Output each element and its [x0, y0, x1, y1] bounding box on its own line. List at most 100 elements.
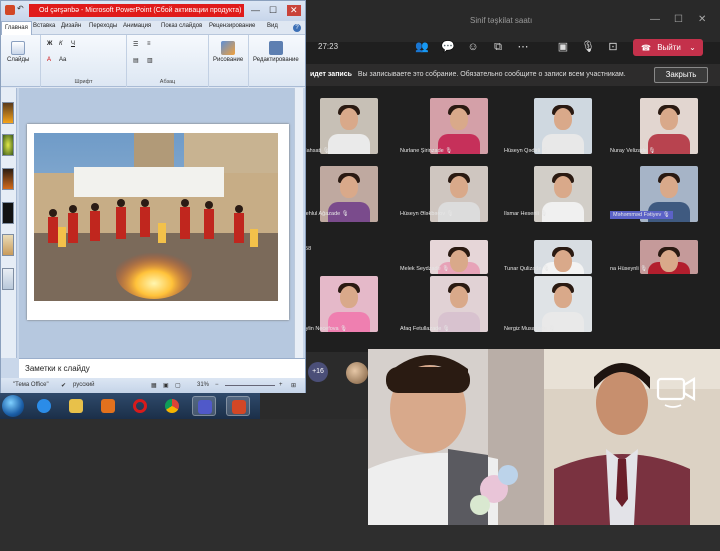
- participant-overflow-count[interactable]: +16: [308, 362, 328, 382]
- teams-window: Sinif təşkilat saatı — ☐ ✕ 27:23 👥 💬 ☺ ⧉…: [300, 0, 720, 395]
- new-slide-button[interactable]: Слайды: [7, 41, 29, 63]
- camera-icon[interactable]: ▣: [555, 40, 571, 54]
- slide-thumbnail[interactable]: [2, 268, 14, 290]
- bold-button[interactable]: Ж: [47, 41, 52, 47]
- taskbar-ie[interactable]: [32, 396, 56, 416]
- taskbar-opera[interactable]: [128, 396, 152, 416]
- current-slide[interactable]: [27, 124, 289, 320]
- taskbar-chrome[interactable]: [160, 396, 184, 416]
- help-icon[interactable]: ?: [293, 24, 301, 32]
- tab-slideshow[interactable]: Показ слайдов: [161, 23, 202, 29]
- zoom-level[interactable]: 31%: [197, 382, 209, 388]
- more-actions-icon[interactable]: ⋯: [515, 40, 531, 54]
- normal-view-icon[interactable]: ▦: [151, 382, 157, 389]
- video-feed-child: [368, 349, 544, 525]
- spellcheck-icon[interactable]: ✔: [61, 382, 66, 389]
- slides-label: Слайды: [7, 57, 30, 63]
- font-color-button[interactable]: A: [47, 57, 51, 63]
- tab-insert[interactable]: Вставка: [33, 23, 55, 29]
- close-banner-button[interactable]: Закрыть: [654, 67, 708, 83]
- desktop-background: [0, 419, 368, 551]
- sorter-view-icon[interactable]: ▣: [163, 382, 169, 389]
- paragraph-group: ☰ ≡ ▤ ▥ Абзац: [127, 35, 209, 87]
- tab-animations[interactable]: Анимация: [123, 23, 151, 29]
- zoom-out-icon[interactable]: −: [215, 382, 219, 388]
- slide-thumbnail-pane[interactable]: [1, 88, 17, 358]
- participant-tile[interactable]: [534, 98, 592, 154]
- italic-button[interactable]: К: [59, 41, 63, 47]
- fit-to-window-icon[interactable]: ⊞: [291, 382, 296, 389]
- taskbar-media[interactable]: [96, 396, 120, 416]
- align-left-icon[interactable]: ▤: [133, 57, 139, 64]
- slideshow-view-icon[interactable]: ▢: [175, 382, 181, 389]
- ribbon: Слайды Ж К Ч A Aa Шрифт ☰ ≡ ▤ ▥ Абзац Ри…: [1, 35, 305, 87]
- underline-button[interactable]: Ч: [71, 41, 75, 47]
- new-slide-icon: [11, 41, 26, 55]
- participant-name: Afaq Fetullazade 🎙: [400, 326, 450, 332]
- folder-icon: [69, 399, 83, 413]
- numbering-icon[interactable]: ≡: [147, 41, 151, 47]
- tab-transitions[interactable]: Переходы: [89, 23, 117, 29]
- slide-thumbnail[interactable]: [2, 168, 14, 190]
- slide-notes-field[interactable]: Заметки к слайду: [19, 358, 305, 378]
- zoom-slider[interactable]: [225, 385, 275, 386]
- tab-view[interactable]: Вид: [267, 23, 278, 29]
- taskbar-powerpoint[interactable]: [226, 396, 250, 416]
- drawing-button[interactable]: Рисование: [213, 41, 243, 63]
- slide-thumbnail[interactable]: [2, 202, 14, 224]
- zoom-in-icon[interactable]: +: [279, 382, 283, 388]
- language-label[interactable]: русский: [73, 382, 95, 388]
- desktop-background-right: [368, 525, 720, 551]
- slide-thumbnail[interactable]: [2, 102, 14, 124]
- participant-tile[interactable]: [430, 98, 488, 154]
- participant-tile[interactable]: [534, 276, 592, 332]
- participant-tile[interactable]: [320, 276, 378, 332]
- child-video-image: [368, 349, 544, 525]
- slide-thumbnail[interactable]: [2, 234, 14, 256]
- participant-tile[interactable]: [320, 98, 378, 154]
- switch-camera-button[interactable]: [655, 371, 697, 409]
- reactions-icon[interactable]: ☺: [465, 40, 481, 54]
- font-size-up-button[interactable]: Aa: [59, 57, 66, 63]
- taskbar-teams[interactable]: [192, 396, 216, 416]
- slide-scrollbar[interactable]: [294, 88, 303, 358]
- bullets-icon[interactable]: ☰: [133, 41, 138, 48]
- participant-tile[interactable]: [430, 276, 488, 332]
- participant-tile[interactable]: [640, 98, 698, 154]
- participants-icon[interactable]: 👥: [414, 40, 430, 54]
- editing-button[interactable]: Редактирование: [253, 41, 299, 63]
- close-icon[interactable]: ✕: [287, 5, 301, 16]
- slide-thumbnail[interactable]: [2, 134, 14, 156]
- powerpoint-icon: [5, 5, 15, 15]
- maximize-icon[interactable]: ☐: [269, 5, 277, 16]
- share-screen-icon[interactable]: ⊡: [605, 40, 621, 54]
- close-icon[interactable]: ✕: [698, 14, 706, 25]
- leave-button[interactable]: ☎ Выйти ⌄: [633, 39, 703, 56]
- minimize-icon[interactable]: —: [251, 5, 260, 15]
- paragraph-group-label: Абзац: [159, 79, 176, 85]
- participant-name: na Hüseynli 🎙: [610, 266, 648, 272]
- chat-icon[interactable]: 💬: [440, 40, 456, 54]
- tab-review[interactable]: Рецензирование: [209, 23, 255, 29]
- slide-editor[interactable]: [19, 88, 294, 358]
- maximize-icon[interactable]: ☐: [674, 14, 683, 25]
- participant-avatar[interactable]: [346, 362, 368, 384]
- ribbon-tabs: Главная Вставка Дизайн Переходы Анимация…: [1, 21, 305, 35]
- drawing-label: Рисование: [213, 57, 244, 63]
- switch-camera-icon: [656, 377, 696, 408]
- participant-name: Hüseyn Qədirli 🎙: [504, 148, 549, 154]
- tab-home[interactable]: Главная: [1, 21, 32, 35]
- microphone-icon[interactable]: 🎙: [580, 40, 596, 54]
- participant-name: Nuray Velizade 🎙: [610, 148, 656, 154]
- taskbar-explorer[interactable]: [64, 396, 88, 416]
- undo-icon[interactable]: ↶: [17, 4, 24, 13]
- screen: Sinif təşkilat saatı — ☐ ✕ 27:23 👥 💬 ☺ ⧉…: [0, 0, 720, 551]
- align-center-icon[interactable]: ▥: [147, 57, 153, 64]
- slide-photo[interactable]: [34, 133, 278, 301]
- powerpoint-window: ↶ Od çərşənbə - Microsoft PowerPoint (Сб…: [0, 0, 306, 393]
- start-button[interactable]: [2, 395, 24, 417]
- tab-design[interactable]: Дизайн: [61, 23, 81, 29]
- participant-tile[interactable]: [640, 240, 698, 274]
- minimize-icon[interactable]: —: [650, 14, 660, 25]
- rooms-icon[interactable]: ⧉: [490, 40, 506, 54]
